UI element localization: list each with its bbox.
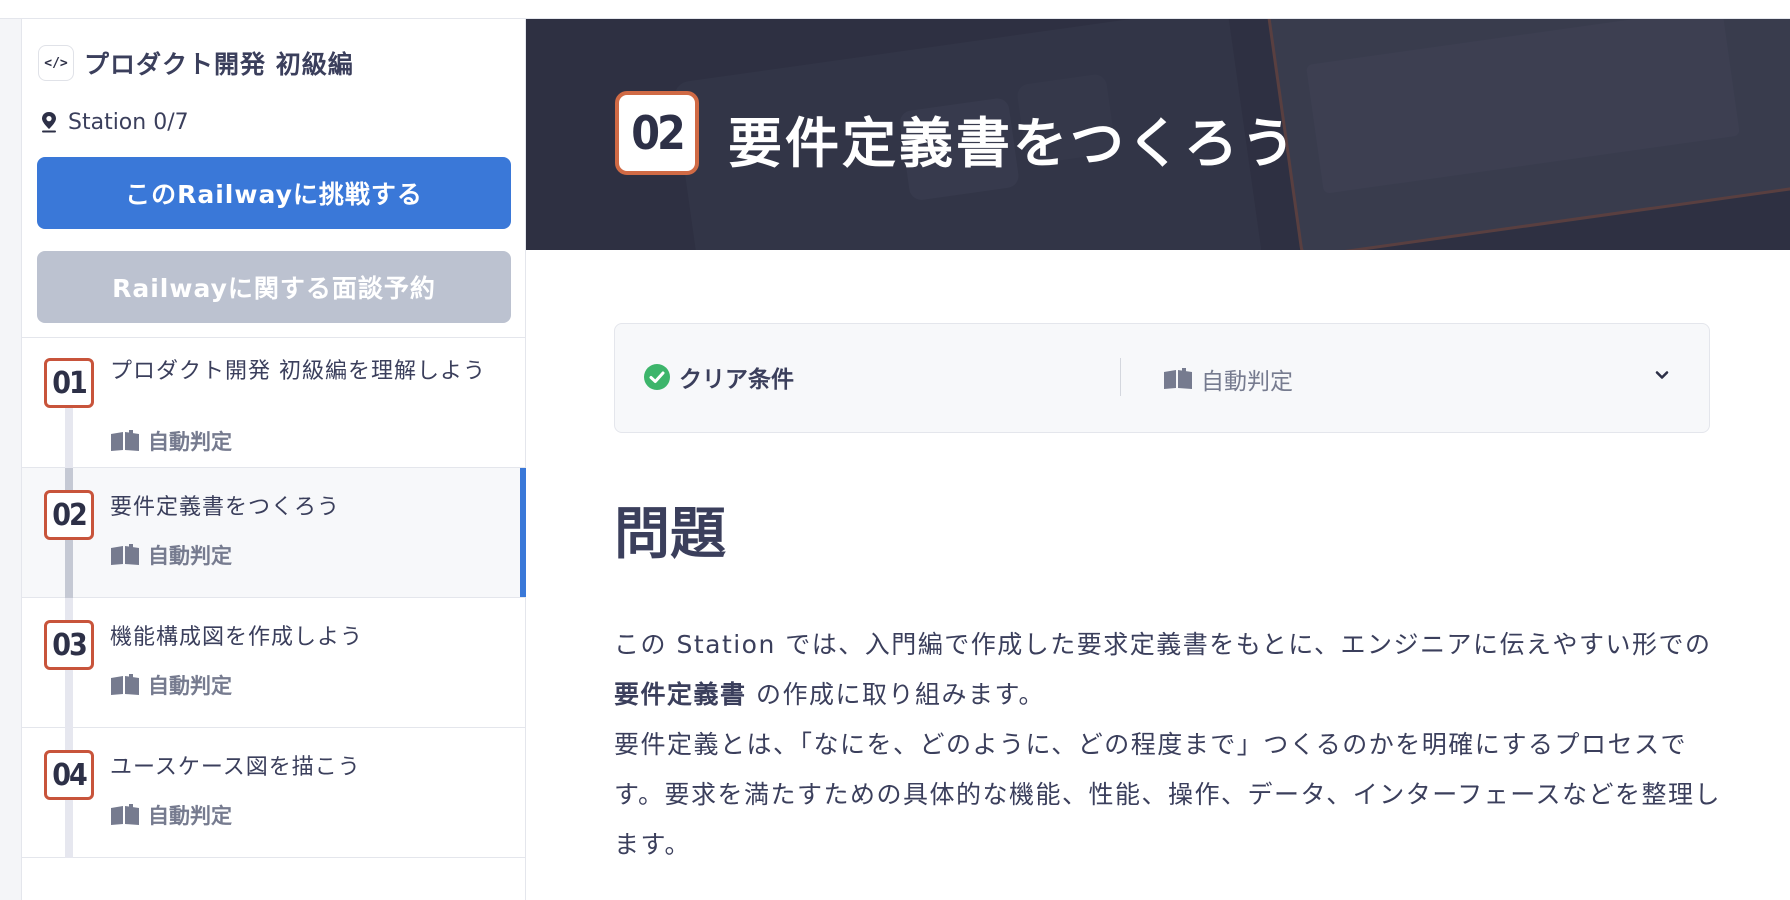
station-hero: 02 要件定義書をつくろう [526, 19, 1790, 250]
station-title: 要件定義書をつくろう [110, 495, 341, 520]
interview-booking-button[interactable]: Railwayに関する面談予約 [37, 251, 511, 323]
section-title: 問題 [614, 502, 726, 567]
clear-condition-accordion[interactable]: クリア条件 自動判定 [614, 323, 1710, 433]
book-icon [111, 544, 139, 565]
clear-condition-label: クリア条件 [643, 360, 794, 394]
station-title: プロダクト開発 初級編を理解しよう [110, 359, 486, 384]
book-icon [111, 430, 139, 451]
station-judge: 自動判定 [110, 540, 232, 570]
station-judge: 自動判定 [110, 670, 232, 700]
top-bar [0, 0, 1790, 19]
rail-segment [65, 400, 73, 468]
paragraph-text: 要件定義とは、「なにを、どのように、どの程度まで」つくるのかを明確にするプロセス… [614, 730, 1722, 859]
hero-station-number: 02 [615, 91, 699, 175]
station-number-badge: 04 [44, 750, 94, 800]
problem-description: この Station では、入門編で作成した要求定義書をもとに、エンジニアに伝え… [614, 620, 1724, 870]
station-judge-text: 自動判定 [148, 544, 232, 568]
chevron-down-icon[interactable] [1653, 366, 1671, 384]
book-icon [111, 674, 139, 695]
station-title: ユースケース図を描こう [110, 755, 361, 780]
book-icon [1164, 368, 1192, 389]
challenge-railway-button[interactable]: このRailwayに挑戦する [37, 157, 511, 229]
station-judge-text: 自動判定 [148, 674, 232, 698]
clear-condition-text: クリア条件 [679, 367, 794, 393]
course-title: プロダクト開発 初級編 [84, 50, 354, 79]
paragraph-text: の作成に取り組みます。 [746, 680, 1045, 709]
course-header: </> プロダクト開発 初級編 [38, 43, 354, 83]
station-number-badge: 01 [44, 358, 94, 408]
divider [1120, 358, 1121, 396]
paragraph-text: この Station では、入門編で作成した要求定義書をもとに、エンジニアに伝え… [614, 630, 1712, 659]
main-content: 02 要件定義書をつくろう クリア条件 自動判定 問題 この Station で… [526, 19, 1790, 900]
check-circle-icon [644, 364, 670, 390]
station-judge: 自動判定 [110, 800, 232, 830]
station-progress: Station 0/7 [38, 105, 189, 139]
left-gutter [0, 19, 22, 900]
sidebar: </> プロダクト開発 初級編 Station 0/7 このRailwayに挑戦… [22, 19, 526, 900]
clear-condition-judge-text: 自動判定 [1201, 369, 1293, 395]
station-judge: 自動判定 [110, 426, 232, 456]
station-judge-text: 自動判定 [148, 430, 232, 454]
station-judge-text: 自動判定 [148, 804, 232, 828]
station-item-03[interactable]: 03 機能構成図を作成しよう 自動判定 [22, 598, 526, 728]
hero-title: 要件定義書をつくろう [728, 112, 1298, 175]
station-list: 01 プロダクト開発 初級編を理解しよう 自動判定 02 要件定義書をつくろう … [22, 337, 526, 858]
station-item-01[interactable]: 01 プロダクト開発 初級編を理解しよう 自動判定 [22, 338, 526, 468]
station-item-04[interactable]: 04 ユースケース図を描こう 自動判定 [22, 728, 526, 858]
book-icon [111, 804, 139, 825]
station-number-badge: 03 [44, 620, 94, 670]
clear-condition-judge: 自動判定 [1163, 362, 1293, 396]
station-number-badge: 02 [44, 490, 94, 540]
station-item-02[interactable]: 02 要件定義書をつくろう 自動判定 [22, 468, 526, 598]
station-title: 機能構成図を作成しよう [110, 625, 364, 650]
emphasis-text: 要件定義書 [614, 680, 747, 709]
code-icon: </> [38, 45, 74, 81]
station-progress-text: Station 0/7 [68, 109, 189, 135]
location-pin-icon [42, 112, 56, 133]
